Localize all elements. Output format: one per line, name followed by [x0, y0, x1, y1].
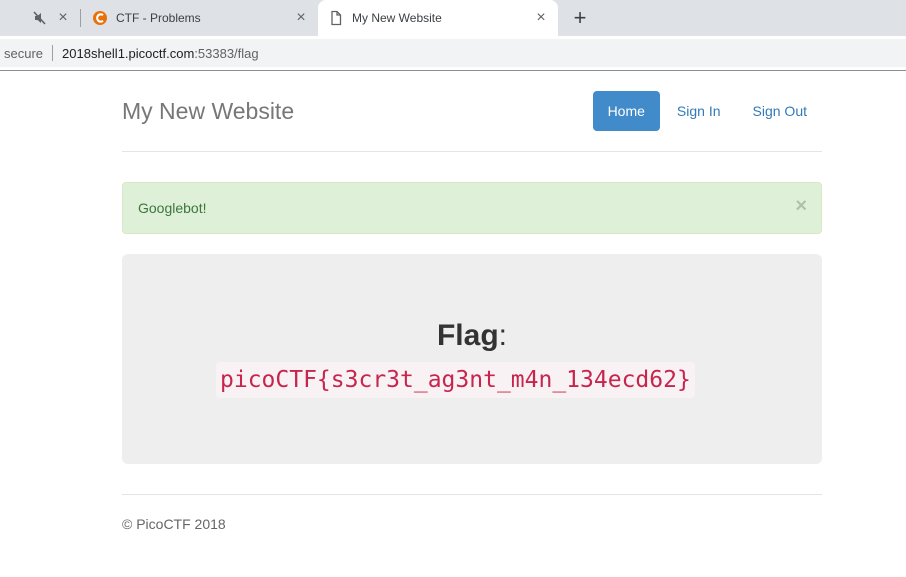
nav-home-link[interactable]: Home: [592, 91, 660, 131]
url-host: 2018shell1.picoctf.com: [62, 45, 195, 61]
address-divider: [52, 45, 54, 61]
flag-label: Flag: [436, 319, 499, 352]
flag-heading: Flag:: [122, 318, 822, 354]
flag-separator: :: [498, 319, 507, 352]
close-tab-icon[interactable]: ×: [292, 9, 310, 27]
plus-icon[interactable]: +: [568, 6, 592, 30]
flag-panel: Flag: picoCTF{s3cr3t_ag3nt_m4n_134ecd62}: [122, 254, 822, 464]
tab-strip: × CTF - Problems × My New Website × +: [0, 0, 906, 36]
nav-sign-in-link[interactable]: Sign In: [662, 91, 736, 131]
close-tab-icon[interactable]: ×: [54, 9, 72, 27]
nav-sign-out-link[interactable]: Sign Out: [738, 91, 822, 131]
alert-message: Googlebot!: [138, 200, 207, 216]
site-brand: My New Website: [122, 98, 295, 124]
tab-divider: [80, 9, 81, 27]
tab-muted[interactable]: ×: [0, 0, 78, 36]
browser-toolbar: secure 2018shell1.picoctf.com :53383/fla…: [0, 36, 906, 71]
address-bar[interactable]: secure 2018shell1.picoctf.com :53383/fla…: [0, 39, 906, 67]
page-container: My New Website Home Sign In Sign Out Goo…: [122, 71, 822, 532]
muted-speaker-icon[interactable]: [32, 10, 48, 26]
footer-divider: [122, 494, 822, 495]
tab-my-new-website[interactable]: My New Website ×: [318, 0, 558, 36]
tab-ctf-problems[interactable]: CTF - Problems ×: [82, 0, 318, 36]
close-tab-icon[interactable]: ×: [532, 9, 550, 27]
footer-copyright: © PicoCTF 2018: [122, 516, 226, 532]
security-indicator[interactable]: secure: [0, 46, 43, 61]
close-alert-icon[interactable]: ×: [795, 195, 807, 217]
tab-title: My New Website: [352, 11, 442, 25]
tab-title: CTF - Problems: [116, 11, 201, 25]
flag-value: picoCTF{s3cr3t_ag3nt_m4n_134ecd62}: [216, 362, 695, 398]
page-icon: [328, 10, 344, 26]
site-header: My New Website Home Sign In Sign Out: [122, 71, 822, 152]
ctf-logo-icon: [92, 10, 108, 26]
nav-pills: Home Sign In Sign Out: [591, 91, 822, 131]
url-path: :53383/flag: [194, 45, 259, 61]
success-alert: Googlebot! ×: [122, 182, 822, 234]
